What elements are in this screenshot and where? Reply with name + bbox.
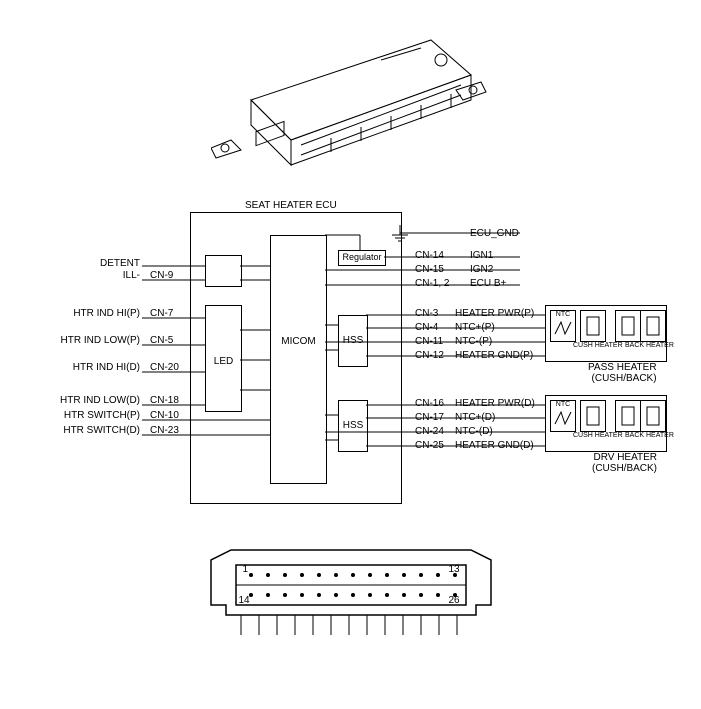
drv-heater-title: DRV HEATER (CUSH/BACK): [592, 452, 657, 474]
pin-cn17: CN-17: [415, 412, 444, 423]
pin-cn23: CN-23: [150, 425, 179, 436]
schematic-title: SEAT HEATER ECU: [245, 200, 337, 211]
schematic-diagram: SEAT HEATER ECU Regulator MICOM LED HSS …: [20, 200, 680, 520]
hss-block-1: HSS: [338, 315, 368, 367]
sig-htrgndd: HEATER GND(D): [455, 440, 534, 451]
led-block: LED: [205, 305, 242, 412]
pin-cn20: CN-20: [150, 362, 179, 373]
pin-cn3: CN-3: [415, 308, 438, 319]
inner-box-1: [205, 255, 242, 287]
micom-block: MICOM: [270, 235, 327, 484]
pin14: 14: [239, 595, 250, 606]
sig-ign2: IGN2: [470, 264, 493, 275]
pin-cn18: CN-18: [150, 395, 179, 406]
drv-back-lbl: BACK HEATER: [625, 432, 674, 439]
pin-cn10: CN-10: [150, 410, 179, 421]
pin-cn12b: CN-1, 2: [415, 278, 449, 289]
connector-drawing: 1 13 14 26: [201, 540, 501, 640]
regulator-block: Regulator: [338, 250, 386, 266]
sig-ntcmp: NTC-(P): [455, 336, 492, 347]
sig-ntcpp: NTC+(P): [455, 322, 495, 333]
pin1: 1: [243, 564, 249, 575]
sig-htrpwrd: HEATER PWR(D): [455, 398, 535, 409]
pass-cush-lbl: CUSH HEATER: [573, 342, 623, 349]
led-label: LED: [206, 356, 241, 367]
pin-cn24: CN-24: [415, 426, 444, 437]
sig-htr-ind-hi-p: HTR IND HI(P): [40, 308, 140, 319]
pin13: 13: [449, 564, 460, 575]
drv-back-box: [640, 400, 666, 432]
pin-cn9: CN-9: [150, 270, 173, 281]
pin-cn7: CN-7: [150, 308, 173, 319]
sig-ill: ILL-: [60, 270, 140, 281]
sig-htrgndp: HEATER GND(P): [455, 350, 533, 361]
sig-ntcmd: NTC-(D): [455, 426, 493, 437]
sig-htr-sw-p: HTR SWITCH(P): [30, 410, 140, 421]
pin-cn15: CN-15: [415, 264, 444, 275]
pin26: 26: [449, 595, 460, 606]
sig-ecu-gnd: ECU_GND: [470, 228, 519, 239]
diagram-container: SEAT HEATER ECU Regulator MICOM LED HSS …: [20, 30, 681, 640]
sig-htr-sw-d: HTR SWITCH(D): [30, 425, 140, 436]
sig-ign1: IGN1: [470, 250, 493, 261]
hss-block-2: HSS: [338, 400, 368, 452]
micom-label: MICOM: [271, 336, 326, 347]
pin-cn16: CN-16: [415, 398, 444, 409]
sig-ntcpd: NTC+(D): [455, 412, 495, 423]
sig-htr-ind-low-p: HTR IND LOW(P): [30, 335, 140, 346]
pin-cn4: CN-4: [415, 322, 438, 333]
pass-ntc-box: NTC: [550, 310, 576, 342]
pin-cn14: CN-14: [415, 250, 444, 261]
sig-htr-ind-hi-d: HTR IND HI(D): [40, 362, 140, 373]
drv-cush-lbl: CUSH HEATER: [573, 432, 623, 439]
sig-htrpwrp: HEATER PWR(P): [455, 308, 534, 319]
drv-cush-box: [580, 400, 606, 432]
drv-ntc-box: NTC: [550, 400, 576, 432]
pin-cn11: CN-11: [415, 336, 443, 347]
ecu-module-drawing: [211, 30, 491, 170]
sig-detent: DETENT: [60, 258, 140, 269]
sig-htr-ind-low-d: HTR IND LOW(D): [30, 395, 140, 406]
pin-cn12: CN-12: [415, 350, 444, 361]
sig-ecub: ECU B+: [470, 278, 506, 289]
pass-back-box: [640, 310, 666, 342]
pass-back-lbl: BACK HEATER: [625, 342, 674, 349]
pass-cush-box2: [615, 310, 641, 342]
pass-heater-title: PASS HEATER (CUSH/BACK): [588, 362, 657, 384]
pass-ntc-label: NTC: [551, 311, 575, 318]
pass-cush-box: [580, 310, 606, 342]
drv-ntc-label: NTC: [551, 401, 575, 408]
pin-cn5: CN-5: [150, 335, 173, 346]
pin-cn25: CN-25: [415, 440, 444, 451]
drv-cush-box2: [615, 400, 641, 432]
